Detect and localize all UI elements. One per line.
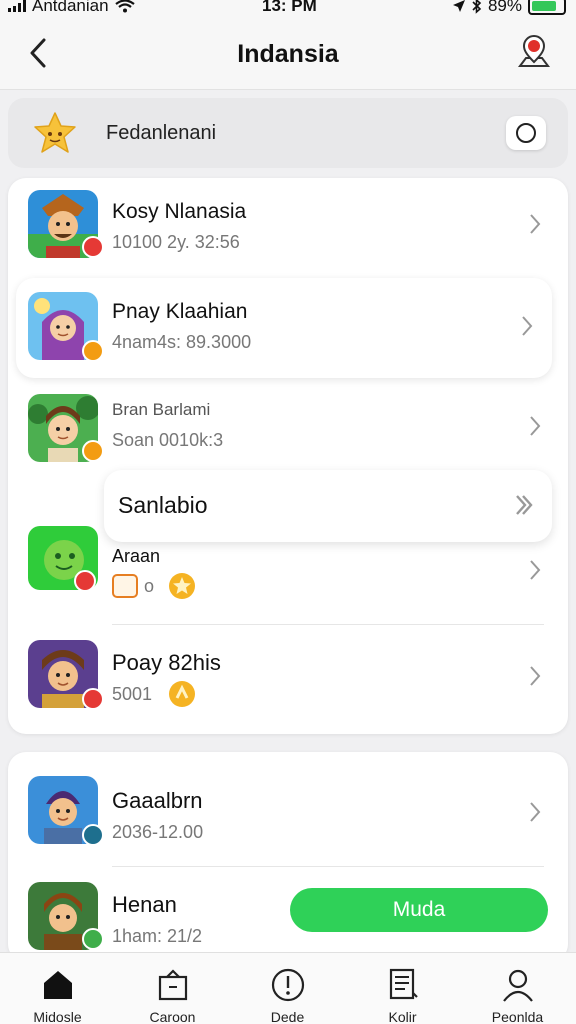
list-item-subtitle: 10100 2y. 32:56 bbox=[112, 232, 240, 252]
gift-icon bbox=[112, 574, 138, 598]
list-item-subtitle: 1ham: 21/2 bbox=[112, 926, 203, 946]
chevron-right-icon bbox=[522, 316, 533, 336]
tab-shop[interactable]: Caroon bbox=[115, 953, 230, 1024]
tab-label: Kolir bbox=[388, 1009, 417, 1024]
list-item-subtitle: 4nam4s: 89.3000 bbox=[112, 332, 252, 352]
status-bar: Antdanian 13: PM 89% bbox=[0, 0, 576, 22]
status-badge bbox=[82, 340, 104, 362]
status-badge bbox=[82, 928, 104, 950]
chevron-right-icon bbox=[530, 214, 541, 234]
list-item-subtitle: Soan 0010k:3 bbox=[112, 430, 224, 450]
coin-star-icon bbox=[169, 573, 195, 599]
wifi-icon bbox=[114, 0, 135, 13]
list-icon bbox=[389, 968, 418, 1000]
status-badge bbox=[74, 570, 96, 592]
signal-icon bbox=[8, 0, 26, 12]
action-button[interactable]: Muda bbox=[290, 888, 548, 932]
bag-icon bbox=[158, 969, 187, 1001]
star-icon bbox=[34, 112, 76, 153]
location-arrow-icon bbox=[452, 0, 465, 12]
page-title: Indansia bbox=[237, 40, 339, 68]
status-badge bbox=[82, 824, 104, 846]
battery-icon bbox=[528, 0, 566, 15]
list-item[interactable]: Araan o bbox=[8, 518, 568, 624]
list-item-title: Bran Barlami bbox=[112, 400, 211, 419]
contacts-card: Kosy Nlanasia 10100 2y. 32:56 Pnay Klaah… bbox=[8, 178, 568, 734]
tab-profile[interactable]: Peonlda bbox=[460, 953, 575, 1024]
featured-banner[interactable]: Fedanlenani bbox=[8, 98, 568, 168]
bluetooth-icon bbox=[472, 0, 482, 14]
clock: 13: PM bbox=[262, 0, 317, 15]
tab-alerts[interactable]: Dede bbox=[230, 953, 345, 1024]
navigation-header: Indansia bbox=[0, 22, 576, 90]
status-badge bbox=[82, 440, 104, 462]
list-item[interactable]: Pnay Klaahian 4nam4s: 89.3000 bbox=[16, 278, 552, 378]
banner-label: Fedanlenani bbox=[106, 122, 217, 144]
status-badge bbox=[82, 236, 104, 258]
list-item-subtitle: 5001 bbox=[112, 684, 153, 704]
tab-bar: Midosle Caroon Dede Kolir Peonlda bbox=[0, 952, 576, 1024]
tab-home[interactable]: Midosle bbox=[0, 953, 115, 1024]
list-item[interactable]: Poay 82his 5001 bbox=[8, 630, 568, 730]
list-item-title: Henan bbox=[112, 892, 177, 917]
double-chevron-icon[interactable] bbox=[514, 492, 536, 518]
tab-list[interactable]: Kolir bbox=[345, 953, 460, 1024]
popover-title: Sanlabio bbox=[118, 492, 208, 518]
tab-label: Dede bbox=[270, 1009, 305, 1024]
list-item-subtitle: 2036-12.00 bbox=[112, 822, 204, 842]
carrier-label: Antdanian bbox=[32, 0, 109, 15]
list-item-title: Poay 82his bbox=[112, 650, 221, 675]
status-badge bbox=[82, 688, 104, 710]
chevron-right-icon bbox=[530, 416, 541, 436]
list-item-title: Pnay Klaahian bbox=[112, 300, 248, 323]
tab-label: Caroon bbox=[149, 1009, 196, 1024]
coin-icon bbox=[169, 681, 195, 707]
chevron-right-icon bbox=[530, 802, 541, 822]
banner-toggle-button[interactable] bbox=[506, 116, 546, 150]
tab-label: Peonlda bbox=[491, 1009, 544, 1024]
list-item[interactable]: Kosy Nlanasia 10100 2y. 32:56 bbox=[8, 178, 568, 278]
chevron-right-icon bbox=[530, 666, 541, 686]
tab-label: Midosle bbox=[33, 1009, 82, 1024]
list-item-title: Gaaalbrn bbox=[112, 788, 203, 813]
home-icon bbox=[43, 971, 72, 999]
alert-icon bbox=[271, 968, 304, 1002]
list-item-title: Araan bbox=[112, 546, 161, 566]
divider bbox=[112, 624, 544, 625]
list-item[interactable]: Gaaalbrn 2036-12.00 bbox=[8, 752, 568, 864]
list-item[interactable]: Bran Barlami Soan 0010k:3 bbox=[8, 384, 568, 474]
circle-icon bbox=[516, 123, 536, 143]
list-item-title: Kosy Nlanasia bbox=[112, 200, 247, 223]
divider bbox=[112, 866, 544, 867]
chevron-right-icon bbox=[530, 560, 541, 580]
list-item-subtitle: o bbox=[144, 576, 155, 596]
location-pin-icon[interactable] bbox=[516, 34, 552, 72]
battery-percent: 89% bbox=[487, 0, 522, 15]
person-icon bbox=[502, 969, 533, 1002]
